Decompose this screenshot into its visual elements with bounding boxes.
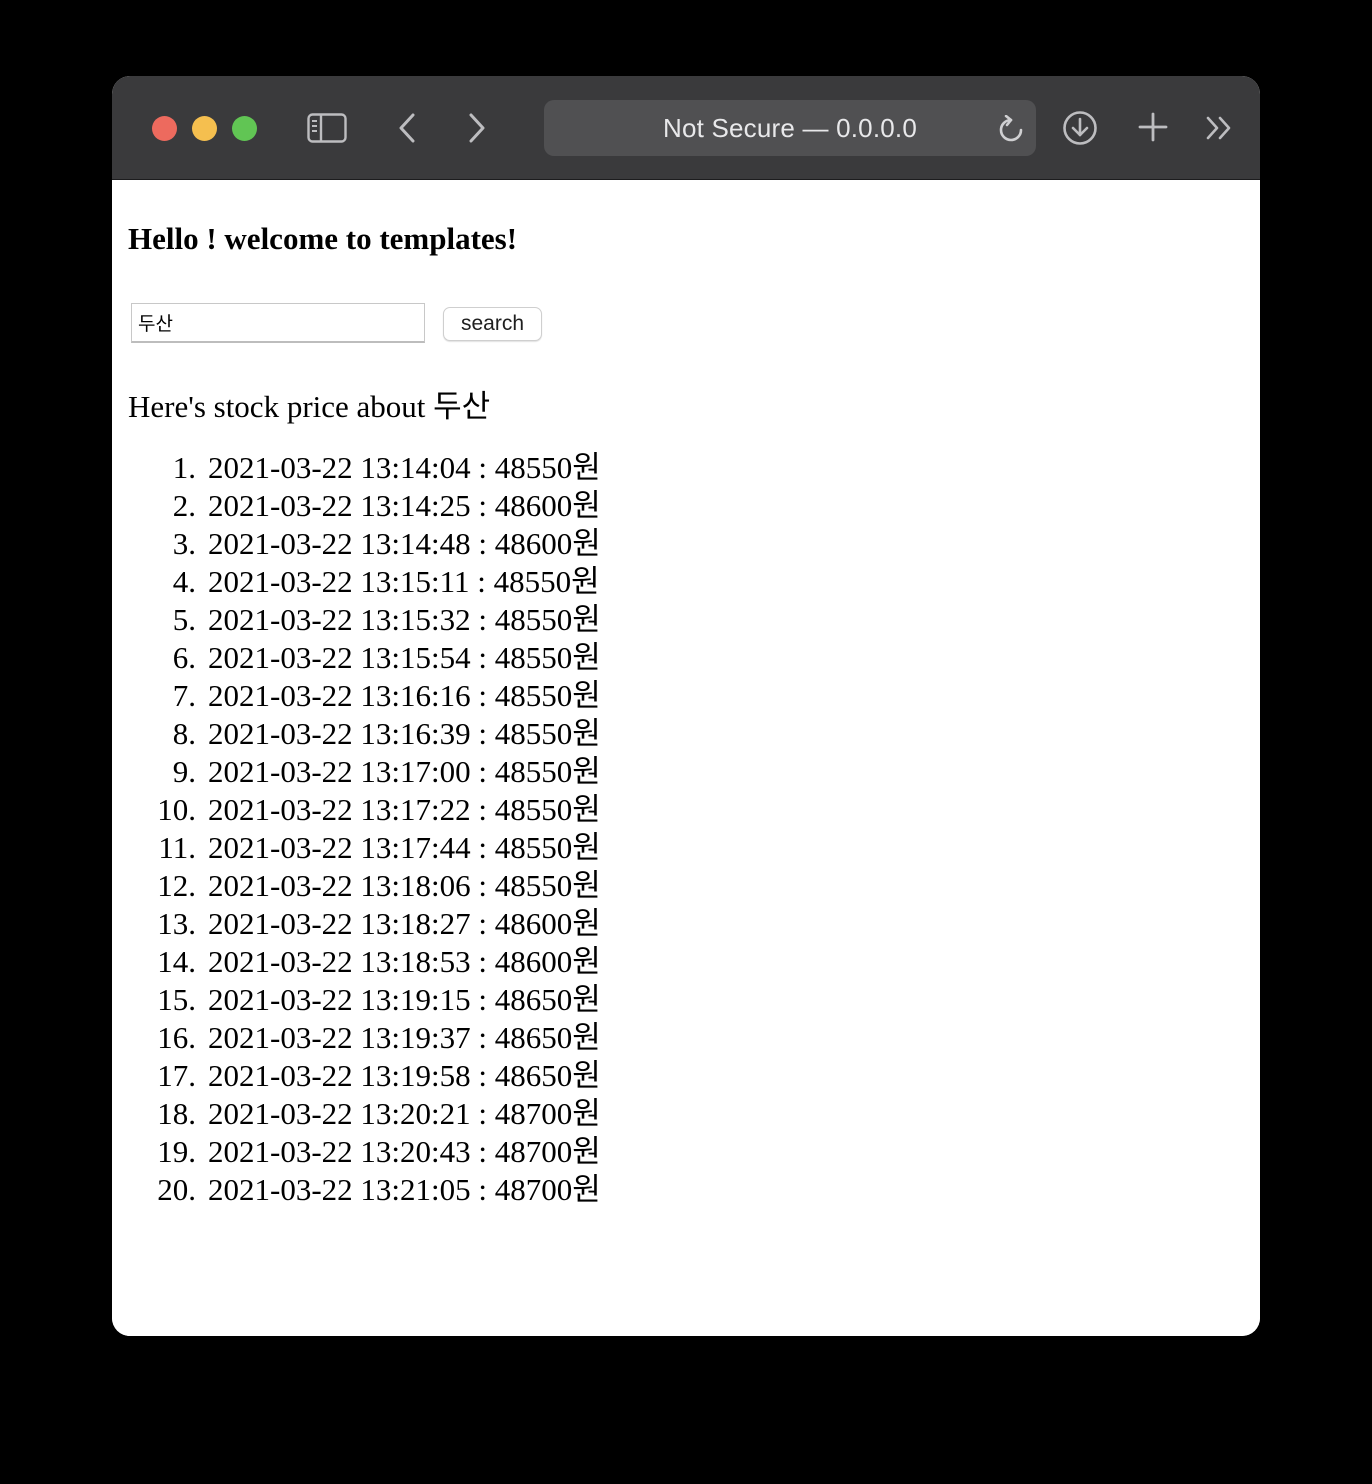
list-item-number: 6. [172,640,196,675]
list-item-number: 18. [157,1096,196,1131]
reload-icon[interactable] [996,114,1026,144]
forward-icon[interactable] [464,110,490,146]
list-item-number: 20. [157,1172,196,1207]
list-item-text: 2021-03-22 13:14:48 : 48600원 [208,526,601,561]
list-item-number: 11. [158,830,196,865]
list-item-number: 14. [157,944,196,979]
list-item-text: 2021-03-22 13:20:21 : 48700원 [208,1096,601,1131]
list-item-number: 9. [172,754,196,789]
list-item-number: 12. [157,868,196,903]
page-title: Hello ! welcome to templates! [128,221,518,256]
more-icon[interactable] [1204,114,1236,142]
download-icon[interactable] [1062,110,1098,146]
back-icon[interactable] [394,110,420,146]
list-item-number: 16. [157,1020,196,1055]
list-item-text: 2021-03-22 13:15:11 : 48550원 [208,564,600,599]
list-item-number: 7. [172,678,196,713]
list-item-text: 2021-03-22 13:15:32 : 48550원 [208,602,601,637]
list-item-text: 2021-03-22 13:16:16 : 48550원 [208,678,601,713]
list-item-number: 1. [172,450,196,485]
list-item-text: 2021-03-22 13:20:43 : 48700원 [208,1134,601,1169]
list-item-text: 2021-03-22 13:18:53 : 48600원 [208,944,601,979]
list-item-text: 2021-03-22 13:19:58 : 48650원 [208,1058,601,1093]
list-item-text: 2021-03-22 13:18:27 : 48600원 [208,906,601,941]
list-item-number: 4. [172,564,196,599]
search-input[interactable] [131,303,425,343]
list-item-text: 2021-03-22 13:19:37 : 48650원 [208,1020,601,1055]
list-item-number: 5. [172,602,196,637]
browser-window: Not Secure — 0.0.0.0 Hello ! welcome to … [112,76,1260,1336]
list-item-text: 2021-03-22 13:17:22 : 48550원 [208,792,601,827]
list-item-number: 3. [172,526,196,561]
new-tab-icon[interactable] [1136,110,1170,144]
list-item-text: 2021-03-22 13:18:06 : 48550원 [208,868,601,903]
page-content: Hello ! welcome to templates! search Her… [112,181,1260,1336]
list-item-text: 2021-03-22 13:19:15 : 48650원 [208,982,601,1017]
list-item-number: 15. [157,982,196,1017]
result-heading: Here's stock price about 두산 [128,389,491,424]
list-item-number: 8. [172,716,196,751]
list-item-text: 2021-03-22 13:17:00 : 48550원 [208,754,601,789]
list-item-number: 19. [157,1134,196,1169]
minimize-window-button[interactable] [192,116,217,141]
list-item-text: 2021-03-22 13:21:05 : 48700원 [208,1172,601,1207]
search-button[interactable]: search [443,307,542,341]
sidebar-icon[interactable] [306,112,348,144]
list-item-text: 2021-03-22 13:14:04 : 48550원 [208,450,601,485]
list-item-text: 2021-03-22 13:17:44 : 48550원 [208,830,601,865]
list-item-number: 10. [157,792,196,827]
list-item-number: 2. [172,488,196,523]
maximize-window-button[interactable] [232,116,257,141]
list-item-text: 2021-03-22 13:14:25 : 48600원 [208,488,601,523]
list-item-text: 2021-03-22 13:16:39 : 48550원 [208,716,601,751]
address-text: Not Secure — 0.0.0.0 [662,113,918,143]
list-item-number: 13. [157,906,196,941]
browser-toolbar: Not Secure — 0.0.0.0 [112,76,1260,180]
address-bar[interactable]: Not Secure — 0.0.0.0 [544,100,1036,156]
close-window-button[interactable] [152,116,177,141]
list-item-text: 2021-03-22 13:15:54 : 48550원 [208,640,601,675]
list-item-number: 17. [157,1058,196,1093]
